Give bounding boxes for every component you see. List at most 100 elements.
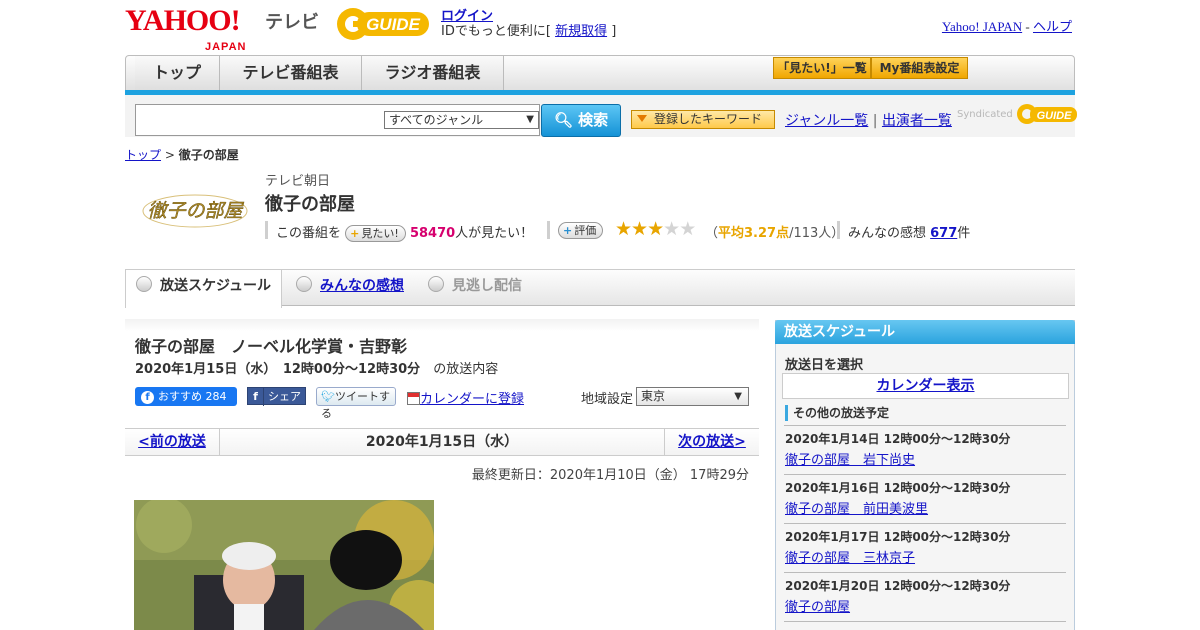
dropdown-arrow-icon: ▼	[526, 114, 534, 125]
help-link[interactable]: ヘルプ	[1033, 19, 1072, 34]
yahoo-japan-logo[interactable]: YAHOO! JAPAN	[125, 6, 245, 54]
search-button[interactable]: 🔍︎ 検索	[541, 104, 621, 137]
episode-title: 徹子の部屋 ノーベル化学賞・吉野彰	[135, 337, 408, 356]
prev-broadcast-link[interactable]: <前の放送	[125, 428, 220, 456]
genre-links-divider: |	[868, 113, 882, 129]
avg-count: /113人	[789, 226, 832, 241]
syndicated-text: Syndicated	[957, 109, 1013, 120]
divider	[547, 221, 550, 239]
search-icon: 🔍︎	[553, 111, 573, 129]
broadcast-title-link[interactable]: 徹子の部屋 三林京子	[785, 547, 915, 566]
gguide-small-logo: GUIDE	[1016, 104, 1077, 124]
review-count: みんなの感想 677件	[848, 222, 970, 241]
plus-icon: +	[563, 224, 573, 237]
current-broadcast-date: 2020年1月15日（水）	[365, 434, 519, 450]
episode-photo	[134, 500, 434, 630]
signup-prefix: IDでもっと便利に[	[441, 24, 556, 39]
play-arrow-icon	[428, 276, 444, 292]
episode-date-suffix: の放送内容	[433, 362, 499, 377]
next-broadcast-link[interactable]: 次の放送>	[664, 428, 759, 456]
plus-icon: +	[350, 227, 360, 240]
star-empty-icon: ★	[663, 218, 680, 240]
sidebar-heading: 放送スケジュール	[775, 320, 1075, 344]
tab-reviews[interactable]: みんなの感想	[296, 270, 404, 306]
nav-tab-top[interactable]: トップ	[135, 56, 220, 93]
dropdown-arrow-icon: ▼	[734, 391, 742, 402]
broadcast-date: 2020年1月20日 12時00分～12時30分	[785, 579, 1011, 593]
genre-select[interactable]: すべてのジャンル ▼	[384, 111, 539, 129]
breadcrumb-top-link[interactable]: トップ	[125, 148, 161, 162]
tweet-button[interactable]: 🐦︎ツイートする	[316, 387, 396, 420]
signup-suffix: ]	[607, 24, 617, 39]
chevron-down-icon	[136, 276, 152, 292]
calendar-register-link[interactable]: カレンダーに登録	[407, 388, 524, 407]
program-title: 徹子の部屋	[265, 194, 355, 215]
nav-tab-tv[interactable]: テレビ番組表	[220, 56, 362, 93]
gguide-small-logo-text: GUIDE	[1037, 110, 1073, 122]
divider	[265, 221, 268, 239]
select-date-label: 放送日を選択	[785, 358, 864, 373]
episode-date-value: 2020年1月15日（水） 12時00分～12時30分	[135, 362, 421, 377]
play-arrow-icon	[296, 276, 312, 292]
tv-label: テレビ	[265, 12, 319, 33]
rate-button[interactable]: + 評価	[558, 222, 604, 239]
star-icon: ★	[647, 218, 664, 240]
calendar-register-label: カレンダーに登録	[420, 392, 525, 407]
genre-links: ジャンル一覧 | 出演者一覧	[785, 110, 952, 130]
rating-stars: ★★★★★	[615, 218, 696, 240]
tab-schedule-label: 放送スケジュール	[160, 278, 272, 294]
breadcrumb-current: 徹子の部屋	[178, 148, 239, 162]
my-bangumi-button[interactable]: My番組表設定	[871, 57, 968, 79]
mitai-list-button[interactable]: 「見たい!」一覧	[773, 57, 871, 79]
mitai-count: 58470	[409, 226, 456, 241]
broadcast-date: 2020年1月17日 12時00分～12時30分	[785, 530, 1011, 544]
mitai-button-label: 見たい!	[361, 227, 399, 240]
channel-name: テレビ朝日	[265, 174, 331, 189]
star-empty-icon: ★	[679, 218, 696, 240]
tab-streaming[interactable]: 見逃し配信	[428, 270, 522, 306]
broadcast-date: 2020年1月14日 12時00分～12時30分	[785, 432, 1011, 446]
avg-open: （	[705, 226, 719, 241]
genre-list-link[interactable]: ジャンル一覧	[785, 113, 868, 129]
last-updated: 最終更新日：2020年1月10日（金） 17時29分	[471, 468, 749, 483]
tab-schedule[interactable]: 放送スケジュール	[125, 270, 282, 308]
rate-button-wrap: + 評価	[558, 222, 604, 239]
calendar-view-link[interactable]: カレンダー表示	[782, 373, 1069, 399]
rate-button-label: 評価	[574, 224, 597, 237]
facebook-share-button[interactable]: f シェア	[247, 387, 306, 406]
region-select-value: 東京	[641, 389, 666, 403]
mitai-button[interactable]: + 見たい!	[345, 225, 406, 242]
yahoo-japan-link[interactable]: Yahoo! JAPAN	[942, 19, 1022, 34]
review-count-link[interactable]: 677	[930, 226, 957, 241]
triangle-down-icon	[637, 115, 647, 122]
other-broadcasts-heading: その他の放送予定	[785, 405, 889, 421]
mitai-suffix: 人が見たい！	[455, 226, 534, 241]
review-count-unit: 件	[957, 226, 971, 241]
registered-keyword-label: 登録したキーワード	[654, 112, 763, 126]
star-icon: ★	[615, 218, 632, 240]
facebook-like-button[interactable]: f おすすめ 284	[135, 387, 237, 406]
nav-tab-radio[interactable]: ラジオ番組表	[362, 56, 504, 93]
region-label: 地域設定	[581, 392, 634, 407]
divider	[784, 425, 1066, 426]
syndicated-gguide-logo: Syndicated GUIDE	[957, 103, 1078, 125]
episode-date: 2020年1月15日（水） 12時00分～12時30分 の放送内容	[135, 358, 498, 377]
broadcast-title-link[interactable]: 徹子の部屋	[785, 596, 850, 615]
divider	[784, 474, 1066, 475]
performer-list-link[interactable]: 出演者一覧	[882, 113, 952, 129]
divider	[837, 221, 840, 239]
star-icon: ★	[631, 218, 648, 240]
broadcast-date: 2020年1月16日 12時00分～12時30分	[785, 481, 1011, 495]
avg-value: 平均3.27点	[718, 226, 790, 241]
review-count-label: みんなの感想	[848, 226, 931, 241]
program-logo: 徹子の部屋	[140, 183, 250, 245]
region-select[interactable]: 東京 ▼	[636, 387, 749, 406]
breadcrumb: トップ > 徹子の部屋	[125, 146, 239, 163]
divider	[784, 523, 1066, 524]
gguide-logo[interactable]: GUIDE	[335, 6, 431, 42]
signup-link[interactable]: 新規取得	[555, 24, 607, 39]
broadcast-title-link[interactable]: 徹子の部屋 岩下尚史	[785, 449, 915, 468]
registered-keyword-button[interactable]: 登録したキーワード	[631, 110, 775, 129]
facebook-icon: f	[248, 388, 264, 406]
broadcast-title-link[interactable]: 徹子の部屋 前田美波里	[785, 498, 928, 517]
